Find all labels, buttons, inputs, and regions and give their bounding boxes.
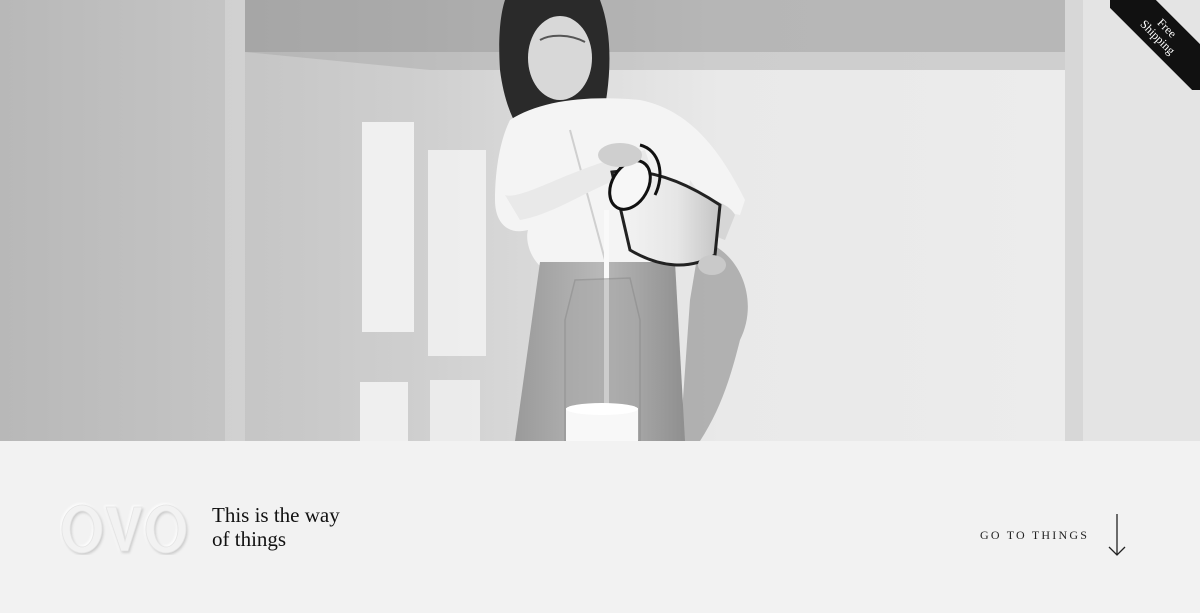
tagline: This is the way of things [212,503,340,551]
ovo-logo[interactable] [60,501,190,555]
intro-band: This is the way of things GO TO THINGS [0,441,1200,613]
go-to-things-label: GO TO THINGS [980,527,1090,542]
arrow-down-icon [1108,514,1126,556]
free-shipping-badge[interactable]: Free Shipping [1110,0,1200,90]
go-to-things-link[interactable]: GO TO THINGS [980,513,1127,557]
tagline-line-1: This is the way [212,503,340,527]
hero-photo [0,0,1200,441]
free-shipping-ribbon[interactable]: Free Shipping [1110,0,1200,90]
tagline-line-2: of things [212,527,287,551]
hero-image [0,0,1200,441]
